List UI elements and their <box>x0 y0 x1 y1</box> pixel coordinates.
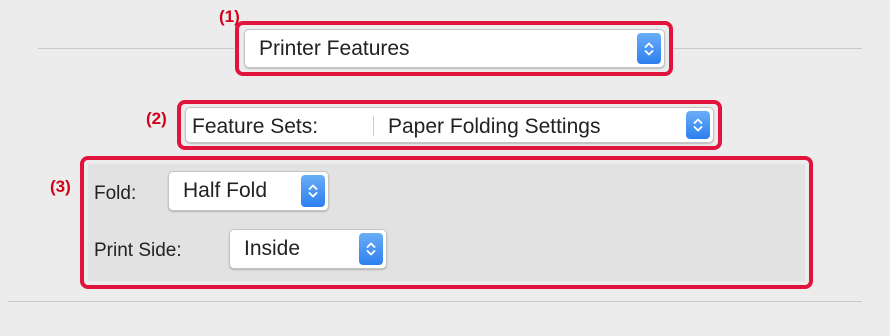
fold-label: Fold: <box>94 183 137 204</box>
chevron-up-down-icon <box>308 184 318 198</box>
printer-features-popup[interactable]: Printer Features <box>244 29 665 68</box>
bottom-separator <box>8 301 862 302</box>
chevron-up-down-icon <box>366 242 376 256</box>
print-side-label: Print Side: <box>94 240 182 261</box>
chevron-up-down-icon <box>644 42 654 55</box>
feature-sets-popup[interactable]: Feature Sets: Paper Folding Settings <box>185 107 714 143</box>
feature-sets-label: Feature Sets: <box>192 115 319 138</box>
callout-3-label: (3) <box>50 177 71 196</box>
feature-sets-stepper[interactable] <box>686 111 710 139</box>
printer-features-stepper[interactable] <box>637 33 661 64</box>
printer-features-popup-value: Printer Features <box>259 36 410 60</box>
callout-2-label: (2) <box>146 109 167 128</box>
print-side-popup[interactable]: Inside <box>229 229 387 269</box>
fold-popup[interactable]: Half Fold <box>168 171 329 211</box>
fold-stepper[interactable] <box>301 175 325 207</box>
print-side-popup-value: Inside <box>244 237 301 260</box>
feature-sets-value: Paper Folding Settings <box>388 115 601 138</box>
top-separator-left <box>38 48 234 49</box>
top-separator-right <box>672 48 862 49</box>
feature-sets-divider <box>373 116 374 136</box>
print-side-stepper[interactable] <box>359 233 383 265</box>
chevron-up-down-icon <box>693 118 703 132</box>
fold-popup-value: Half Fold <box>183 179 268 202</box>
